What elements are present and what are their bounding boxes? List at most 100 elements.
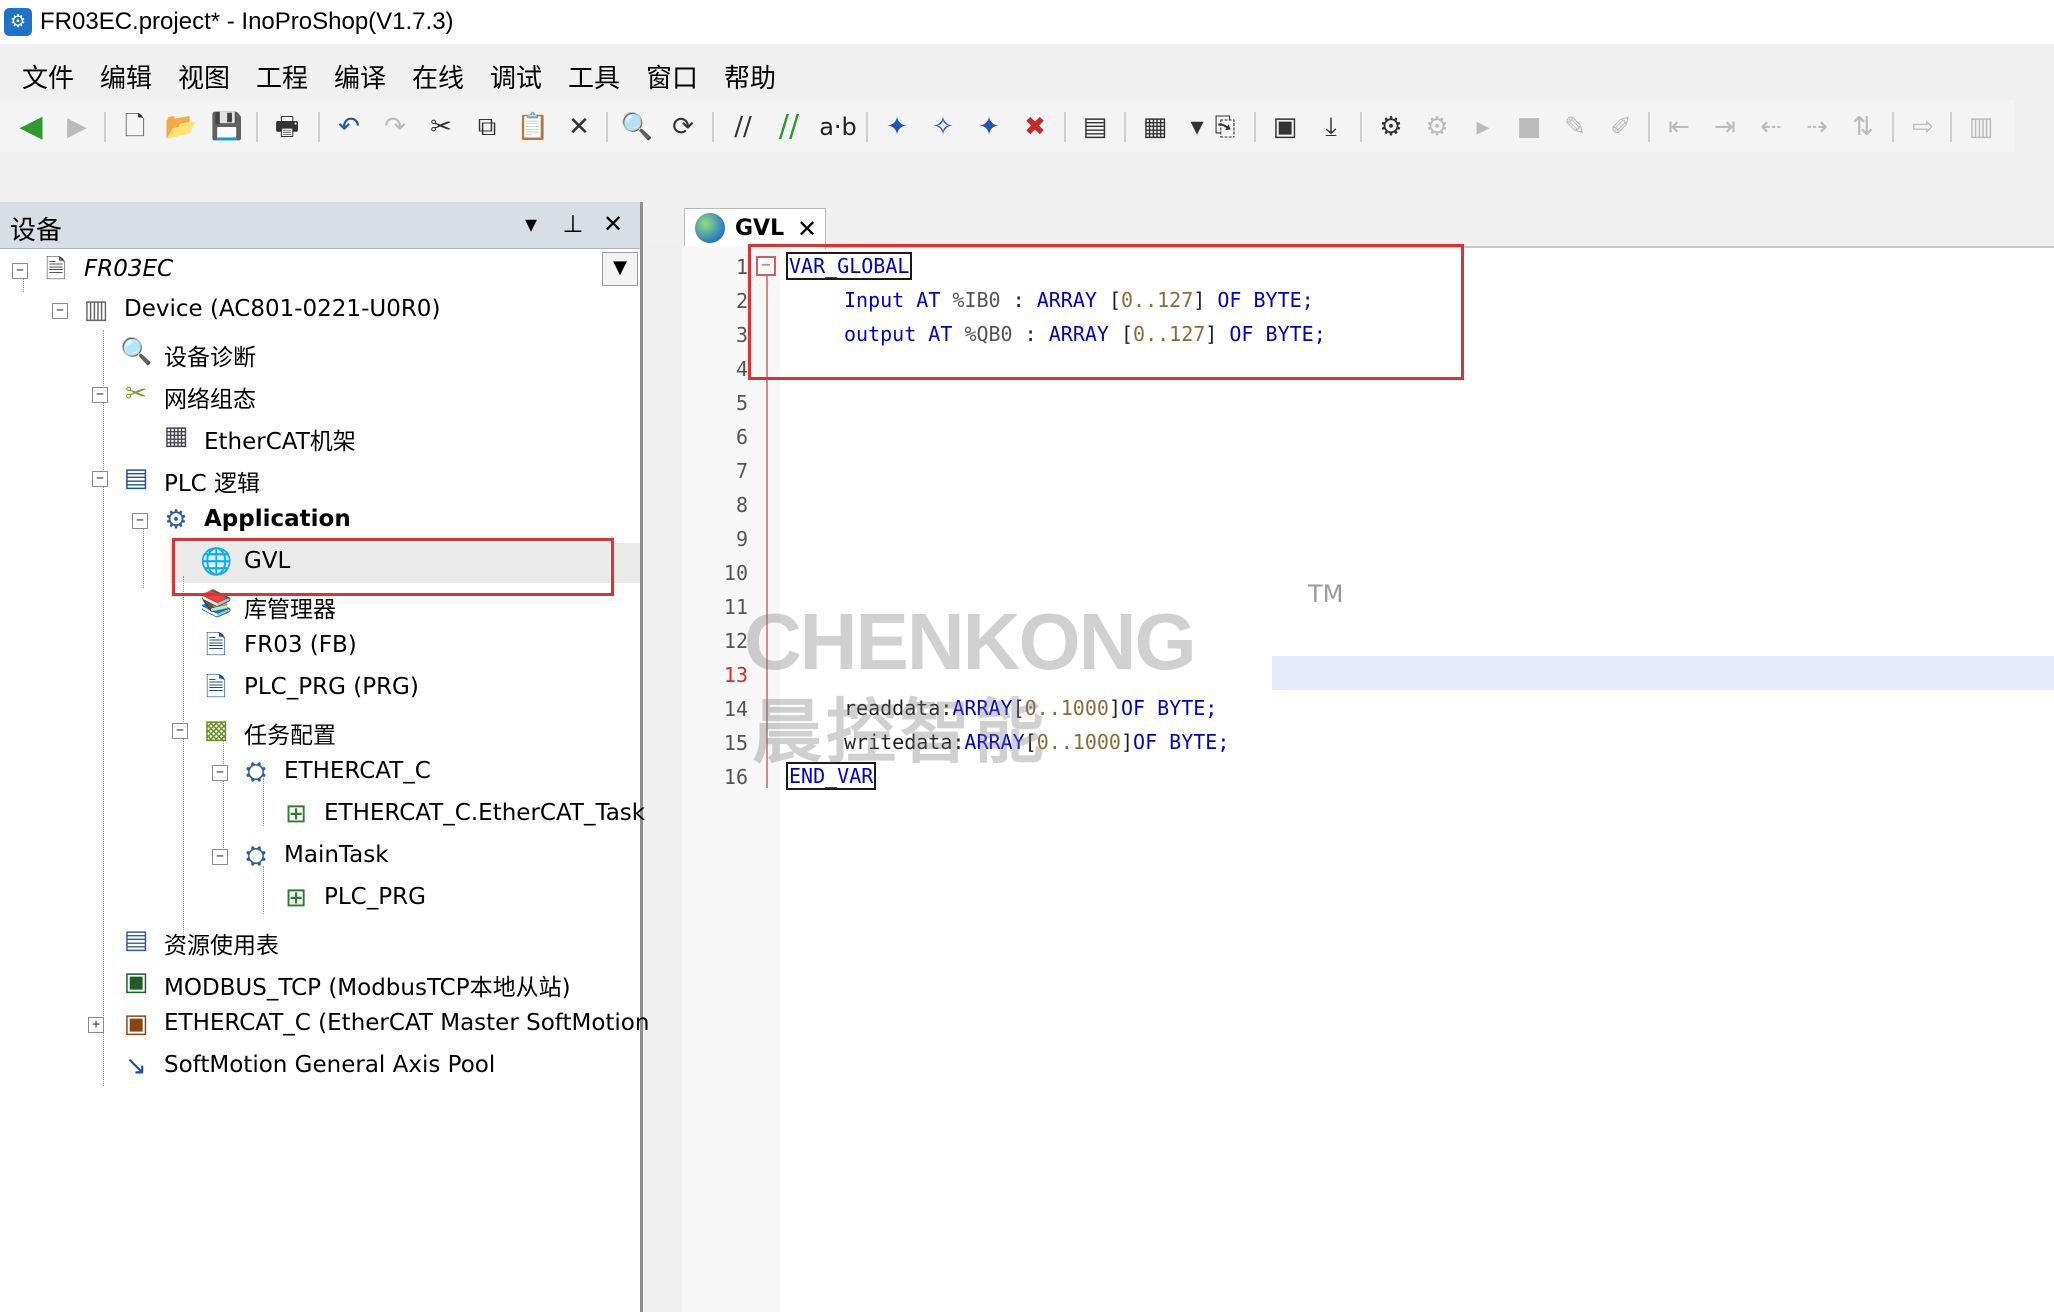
tree-item-label: SoftMotion General Axis Pool: [164, 1052, 496, 1078]
collapse-toggle[interactable]: −: [92, 471, 108, 487]
tree-item-ethercat-c-task[interactable]: − ⛭ ETHERCAT_C: [212, 754, 632, 794]
menu-tools[interactable]: 工具: [568, 58, 620, 95]
previous-bookmark-icon[interactable]: ✦: [972, 110, 1006, 144]
tree-item-ethercat-rack[interactable]: ▦ EtherCAT机架: [132, 418, 632, 458]
tree-item-project[interactable]: − 🗎 FR03EC: [12, 252, 572, 292]
tree-item-network-config[interactable]: − ✂ 网络组态: [92, 376, 632, 416]
undo-icon[interactable]: ↶: [332, 110, 366, 144]
tree-item-device[interactable]: − ▥ Device (AC801-0221-U0R0): [52, 292, 612, 332]
download-icon[interactable]: ⤓: [1314, 110, 1348, 144]
reset-icon[interactable]: ✎: [1558, 110, 1592, 144]
menu-window[interactable]: 窗口: [646, 58, 698, 95]
find-icon[interactable]: 🔍: [620, 110, 654, 144]
tree-item-task-config[interactable]: − ▩ 任务配置: [172, 712, 632, 752]
collapse-toggle[interactable]: −: [212, 849, 228, 865]
new-project-icon[interactable]: 🗋: [118, 110, 152, 144]
collapse-toggle[interactable]: −: [12, 263, 28, 279]
cut-icon[interactable]: ✂: [424, 110, 458, 144]
logout-icon[interactable]: ⚙: [1420, 110, 1454, 144]
collapse-toggle[interactable]: −: [212, 765, 228, 781]
menu-build[interactable]: 编译: [334, 58, 386, 95]
chevron-down-icon[interactable]: ▾: [516, 210, 546, 238]
menu-online[interactable]: 在线: [412, 58, 464, 95]
line-number: 10: [723, 561, 748, 585]
show-current-statement-icon[interactable]: ⇨: [1906, 110, 1940, 144]
device-module-icon: ▣: [123, 1009, 149, 1039]
tree-item-label: PLC_PRG: [324, 884, 426, 910]
login-icon[interactable]: ▣: [1268, 110, 1302, 144]
menu-view[interactable]: 视图: [178, 58, 230, 95]
start-icon[interactable]: ▸: [1466, 110, 1500, 144]
step-over-icon[interactable]: ⇤: [1662, 110, 1696, 144]
tree-item-label: 任务配置: [244, 723, 336, 749]
print-icon[interactable]: 🖶: [270, 110, 304, 144]
tree-item-fr03-fb[interactable]: 🗎 FR03 (FB): [172, 628, 632, 668]
line-number: 7: [735, 459, 748, 483]
keyword-of: OF: [1120, 696, 1146, 720]
copy-icon[interactable]: ⧉: [470, 110, 504, 144]
collapse-toggle[interactable]: −: [172, 723, 188, 739]
forward-icon[interactable]: ▶: [60, 110, 94, 144]
find-next-icon[interactable]: ⟳: [666, 110, 700, 144]
save-icon[interactable]: 💾: [210, 110, 244, 144]
annotation-box: [748, 244, 1464, 380]
toolbar-separator: [866, 112, 868, 142]
line-number: 14: [723, 697, 748, 721]
step-out-icon[interactable]: ⇠: [1754, 110, 1788, 144]
collapse-toggle[interactable]: −: [132, 513, 148, 529]
tree-item-application[interactable]: − ⚙ Application: [132, 502, 632, 542]
breakpoint-icon[interactable]: ▥: [1964, 110, 1998, 144]
step-into-icon[interactable]: ⇥: [1708, 110, 1742, 144]
menu-project[interactable]: 工程: [256, 58, 308, 95]
tree-item-maintask-plc-prg[interactable]: ⊞ PLC_PRG: [252, 880, 632, 920]
delete-icon[interactable]: ✕: [562, 110, 596, 144]
tree-item-plc-logic[interactable]: − ▤ PLC 逻辑: [92, 460, 632, 500]
tree-item-diagnostics[interactable]: 🔍 设备诊断: [92, 334, 632, 374]
annotation-box: [172, 538, 614, 596]
tree-item-ethercat-master[interactable]: + ▣ ETHERCAT_C (EtherCAT Master SoftMoti…: [88, 1006, 658, 1046]
paste-icon[interactable]: 📋: [516, 110, 550, 144]
close-icon[interactable]: ✕: [797, 215, 817, 243]
open-folder-icon[interactable]: 📂: [164, 110, 198, 144]
window-list-icon[interactable]: ▤: [1078, 110, 1112, 144]
menu-debug[interactable]: 调试: [490, 58, 542, 95]
build-icon[interactable]: ▦: [1138, 110, 1172, 144]
collapse-toggle[interactable]: −: [92, 387, 108, 403]
pin-icon[interactable]: ⊥: [558, 210, 588, 238]
uncomment-icon[interactable]: //: [772, 110, 806, 144]
close-icon[interactable]: ✕: [598, 210, 628, 238]
line-number: 2: [735, 289, 748, 313]
find-replace-button[interactable]: a·b: [816, 110, 860, 144]
tab-gvl[interactable]: GVL ✕: [684, 208, 826, 249]
set-next-statement-icon[interactable]: ⇅: [1846, 110, 1880, 144]
device-panel-title: 设备: [10, 216, 63, 246]
tree-dropdown-button[interactable]: ▼: [602, 252, 638, 286]
menu-help[interactable]: 帮助: [724, 58, 776, 95]
toolbar-separator: [1892, 112, 1894, 142]
tree-item-plc-prg[interactable]: 🗎 PLC_PRG (PRG): [172, 670, 632, 710]
clear-bookmarks-icon[interactable]: ✖: [1018, 110, 1052, 144]
tree-item-resource-usage[interactable]: ▤ 资源使用表: [92, 922, 632, 962]
menu-file[interactable]: 文件: [22, 58, 74, 95]
tree-item-maintask[interactable]: − ⛭ MainTask: [212, 838, 632, 878]
tree-item-ethercat-task-call[interactable]: ⊞ ETHERCAT_C.EtherCAT_Task: [252, 796, 645, 836]
toolbar-separator: [1648, 112, 1650, 142]
collapse-toggle[interactable]: −: [52, 303, 68, 319]
online-settings-icon[interactable]: ⚙: [1374, 110, 1408, 144]
stop-icon[interactable]: ■: [1512, 110, 1546, 144]
expand-toggle[interactable]: +: [88, 1017, 104, 1033]
rack-icon: ▦: [163, 421, 189, 451]
next-bookmark-icon[interactable]: ✧: [926, 110, 960, 144]
document-icon: 🗎: [205, 631, 227, 661]
comment-icon[interactable]: //: [726, 110, 760, 144]
tree-item-axis-pool[interactable]: ↘ SoftMotion General Axis Pool: [92, 1048, 632, 1088]
tree-item-modbus-tcp[interactable]: ▣ MODBUS_TCP (ModbusTCP本地从站): [92, 964, 632, 1004]
redo-icon[interactable]: ↷: [378, 110, 412, 144]
back-icon[interactable]: ◀: [14, 110, 48, 144]
menu-edit[interactable]: 编辑: [100, 58, 152, 95]
edit-icon[interactable]: ✐: [1604, 110, 1638, 144]
line-number: 5: [735, 391, 748, 415]
generate-code-icon[interactable]: ⎘: [1208, 110, 1242, 144]
run-to-cursor-icon[interactable]: ⇢: [1800, 110, 1834, 144]
bookmark-icon[interactable]: ✦: [880, 110, 914, 144]
